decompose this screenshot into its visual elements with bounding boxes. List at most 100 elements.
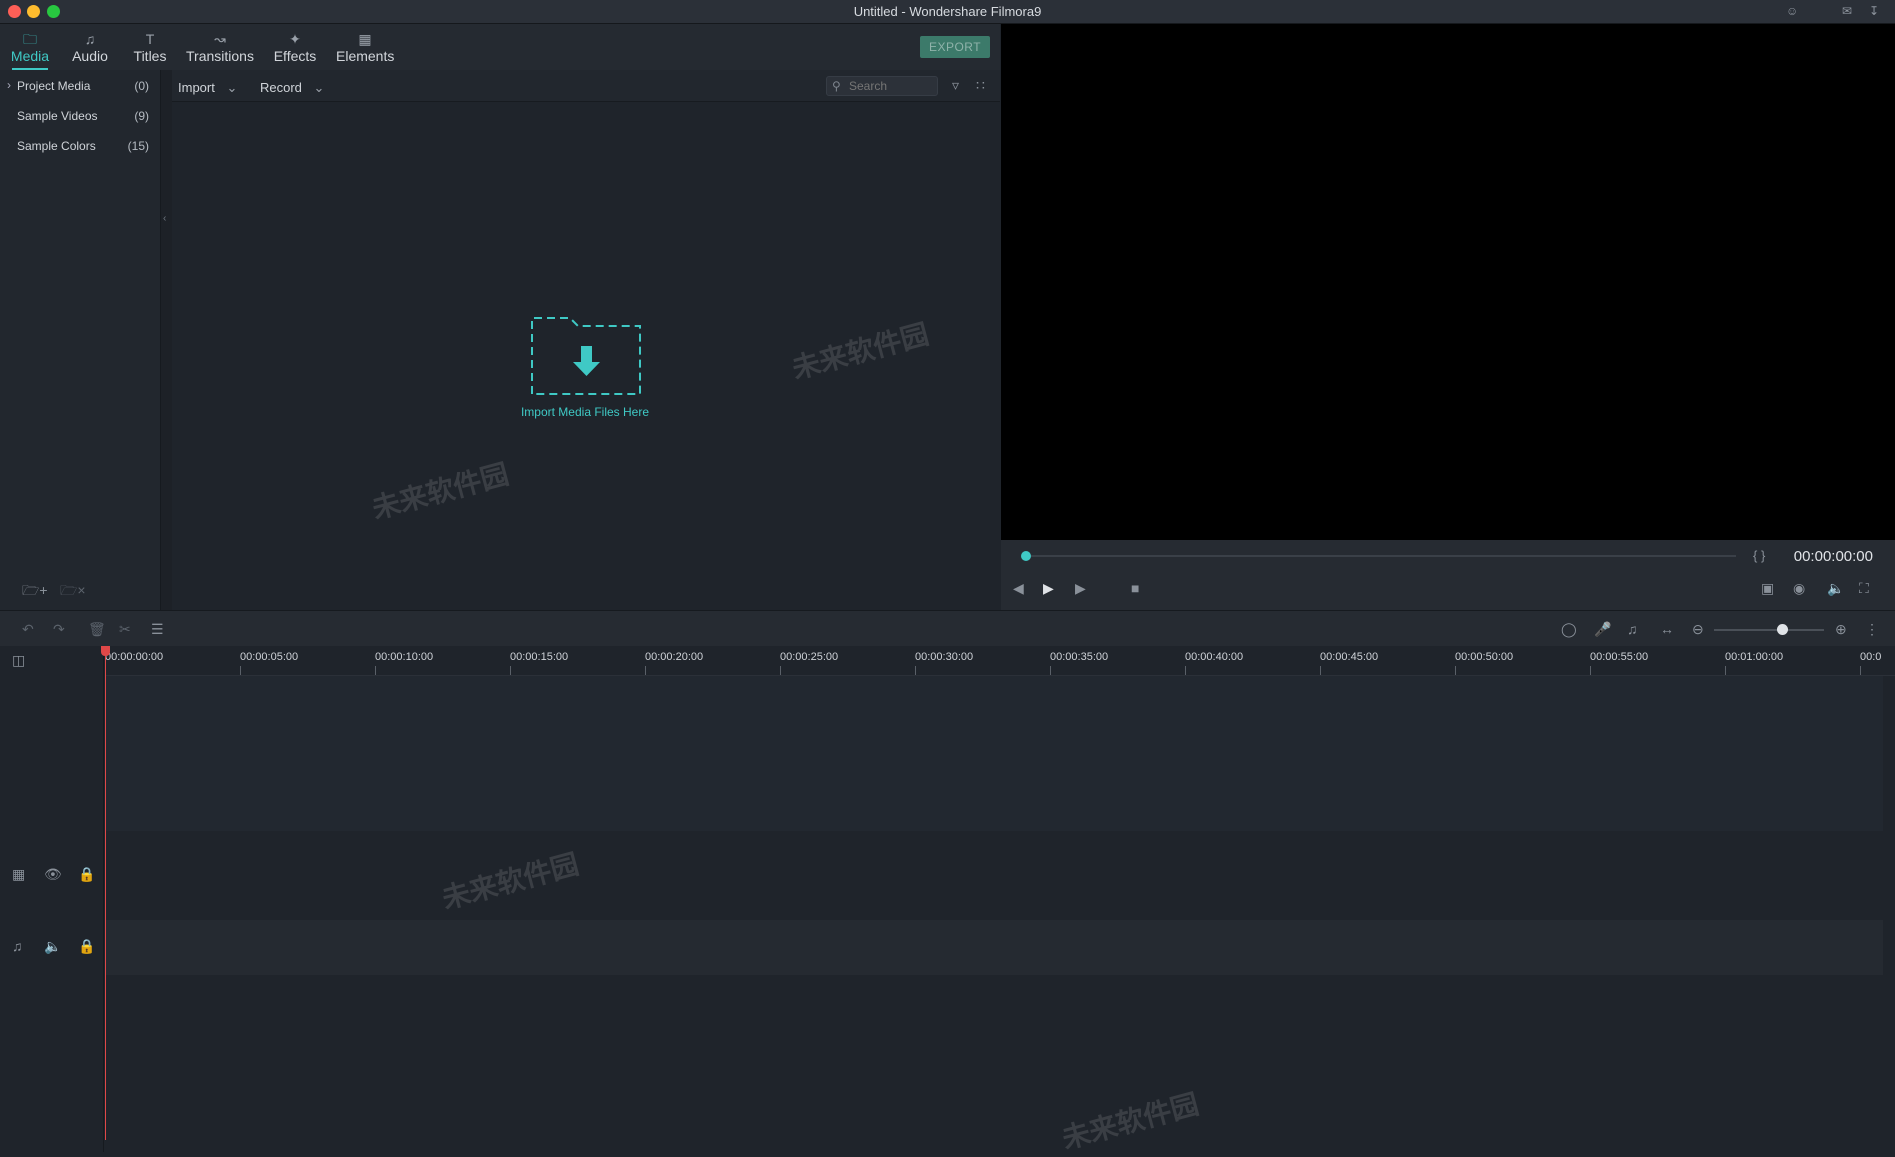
ruler-major-tick — [1860, 666, 1861, 675]
message-icon[interactable]: ✉ — [1842, 4, 1852, 18]
microphone-icon[interactable]: 🎤 — [1594, 621, 1611, 638]
lock-icon[interactable]: 🔒 — [78, 866, 95, 883]
marker-icon[interactable]: ◯ — [1561, 621, 1577, 638]
image-icon: ▦ — [358, 31, 372, 47]
sidebar-item-label: Project Media — [17, 79, 91, 93]
import-media-label[interactable]: Import Media Files Here — [500, 405, 670, 419]
tab-transitions[interactable]: ↝ Transitions — [186, 24, 254, 70]
timeline-ruler[interactable]: 00:00:00:00 00:00:05:00 00:00:10:00 00:00:1… — [105, 646, 1895, 676]
audio-mixer-icon[interactable]: ♫ — [1627, 621, 1638, 637]
tab-titles[interactable]: T Titles — [130, 24, 170, 70]
split-icon[interactable]: ✂ — [119, 621, 131, 638]
volume-icon[interactable]: 🔈 — [1827, 580, 1844, 597]
tab-transitions-label: Transitions — [186, 48, 254, 64]
sidebar-item-label: Sample Videos — [17, 109, 98, 123]
fullscreen-icon[interactable]: ⛶ — [1859, 580, 1869, 597]
delete-icon[interactable]: 🗑 — [88, 621, 106, 638]
sidebar-item-sample-videos[interactable]: Sample Videos (9) — [0, 105, 161, 127]
tab-elements[interactable]: ▦ Elements — [336, 24, 394, 70]
redo-icon[interactable]: ↷ — [53, 621, 65, 638]
search-icon: ⚲ — [832, 79, 841, 93]
tab-titles-label: Titles — [133, 48, 167, 64]
zoom-out-icon[interactable]: ⊖ — [1692, 621, 1704, 638]
tab-effects-label: Effects — [273, 48, 317, 64]
zoom-in-icon[interactable]: ⊕ — [1835, 621, 1847, 638]
music-note-icon: ♫ — [84, 31, 96, 47]
grid-view-icon[interactable]: ∷ — [976, 77, 985, 94]
account-icon[interactable]: ☺ — [1786, 4, 1798, 18]
media-library-sidebar: › Project Media (0) Sample Videos (9) Sa… — [0, 70, 161, 610]
fit-timeline-icon[interactable]: ↔ — [1660, 621, 1674, 637]
import-media-dropzone[interactable] — [530, 316, 643, 396]
ruler-tick-label: 00:00:25:00 — [780, 651, 839, 663]
tab-elements-label: Elements — [336, 48, 395, 64]
speaker-icon[interactable]: 🔈 — [44, 938, 61, 955]
chevron-down-icon: ⌄ — [226, 80, 238, 95]
filter-icon[interactable]: ▿ — [952, 77, 959, 94]
watermark-text: 未来软件园 — [438, 848, 583, 915]
playhead[interactable] — [101, 646, 110, 1140]
preview-window — [1001, 24, 1895, 540]
record-label: Record — [260, 80, 302, 95]
new-folder-icon[interactable]: 🗁+ — [22, 580, 48, 604]
download-icon[interactable]: ↧ — [1869, 4, 1879, 18]
sidebar-collapse-handle[interactable]: ‹ — [161, 70, 172, 610]
chevron-down-icon: ⌄ — [313, 80, 325, 95]
search-box: ⚲ — [826, 76, 938, 96]
window-title: Untitled - Wondershare Filmora9 — [853, 4, 1042, 19]
effects-icon: ✦ — [289, 31, 301, 47]
ruler-tick-label: 00:0 — [1860, 651, 1882, 663]
zoom-slider-handle[interactable] — [1777, 624, 1789, 635]
mark-in-out-icon[interactable]: { } — [1753, 548, 1765, 563]
display-settings-icon[interactable]: ▣ — [1761, 580, 1774, 597]
record-dropdown[interactable]: Record ⌄ — [260, 80, 324, 96]
transition-icon: ↝ — [214, 31, 226, 47]
text-icon: T — [145, 31, 155, 47]
add-track-icon[interactable]: ◫ — [12, 652, 25, 669]
sidebar-item-project-media[interactable]: › Project Media (0) — [0, 75, 161, 97]
ruler-major-tick — [1320, 666, 1321, 675]
sidebar-item-count: (0) — [134, 79, 149, 93]
ruler-tick-label: 00:00:05:00 — [240, 651, 299, 663]
search-input[interactable] — [849, 78, 935, 94]
tab-audio[interactable]: ♫ Audio — [70, 24, 110, 70]
ruler-tick-label: 00:00:50:00 — [1455, 651, 1514, 663]
undo-icon[interactable]: ↶ — [22, 621, 34, 638]
scrubber-handle[interactable] — [1021, 551, 1031, 561]
stop-icon[interactable]: ■ — [1131, 580, 1139, 596]
preview-scrubber[interactable] — [1026, 555, 1736, 557]
ruler-tick-label: 00:00:10:00 — [375, 651, 434, 663]
import-dropdown[interactable]: Import ⌄ — [178, 80, 237, 96]
play-icon[interactable]: ▶ — [1043, 580, 1054, 597]
eye-icon[interactable]: 👁 — [44, 866, 62, 883]
step-back-icon[interactable]: ◀ — [1013, 580, 1024, 597]
ruler-tick-label: 00:00:30:00 — [915, 651, 974, 663]
chevron-right-icon: › — [7, 78, 11, 92]
track-header-panel: ◫ ▦ 👁 🔒 ♫ 🔈 🔒 — [0, 646, 104, 1152]
tab-effects[interactable]: ✦ Effects — [272, 24, 318, 70]
snapshot-icon[interactable]: ◉ — [1793, 580, 1805, 597]
ruler-major-tick — [240, 666, 241, 675]
folder-icon: 🗀 — [23, 31, 37, 47]
ruler-tick-label: 00:00:40:00 — [1185, 651, 1244, 663]
video-track[interactable] — [105, 676, 1883, 831]
export-button[interactable]: EXPORT — [920, 36, 990, 58]
audio-track[interactable] — [105, 920, 1883, 975]
timeline-toolbar: ↶ ↷ 🗑 ✂ ☰ ◯ 🎤 ♫ ↔ ⊖ ⊕ ⋮ — [0, 610, 1895, 646]
audio-track-icon: ♫ — [12, 938, 23, 954]
delete-folder-icon[interactable]: 🗁× — [60, 580, 86, 604]
ruler-tick-label: 00:00:35:00 — [1050, 651, 1109, 663]
adjust-icon[interactable]: ☰ — [151, 621, 164, 638]
sidebar-item-count: (15) — [127, 139, 149, 153]
ruler-tick-label: 00:00:20:00 — [645, 651, 704, 663]
more-icon[interactable]: ⋮ — [1865, 621, 1879, 638]
sidebar-item-sample-colors[interactable]: Sample Colors (15) — [0, 135, 161, 157]
chevron-left-icon: ‹ — [163, 213, 167, 224]
preview-timecode: 00:00:00:00 — [1793, 548, 1873, 565]
step-forward-icon[interactable]: ▶ — [1075, 580, 1086, 597]
zoom-slider[interactable] — [1714, 629, 1824, 631]
tab-media[interactable]: 🗀 Media — [8, 24, 52, 70]
main-tab-bar: 🗀 Media ♫ Audio T Titles ↝ Transitions ✦… — [0, 24, 1000, 70]
lock-icon[interactable]: 🔒 — [78, 938, 95, 955]
ruler-tick-label: 00:00:15:00 — [510, 651, 569, 663]
